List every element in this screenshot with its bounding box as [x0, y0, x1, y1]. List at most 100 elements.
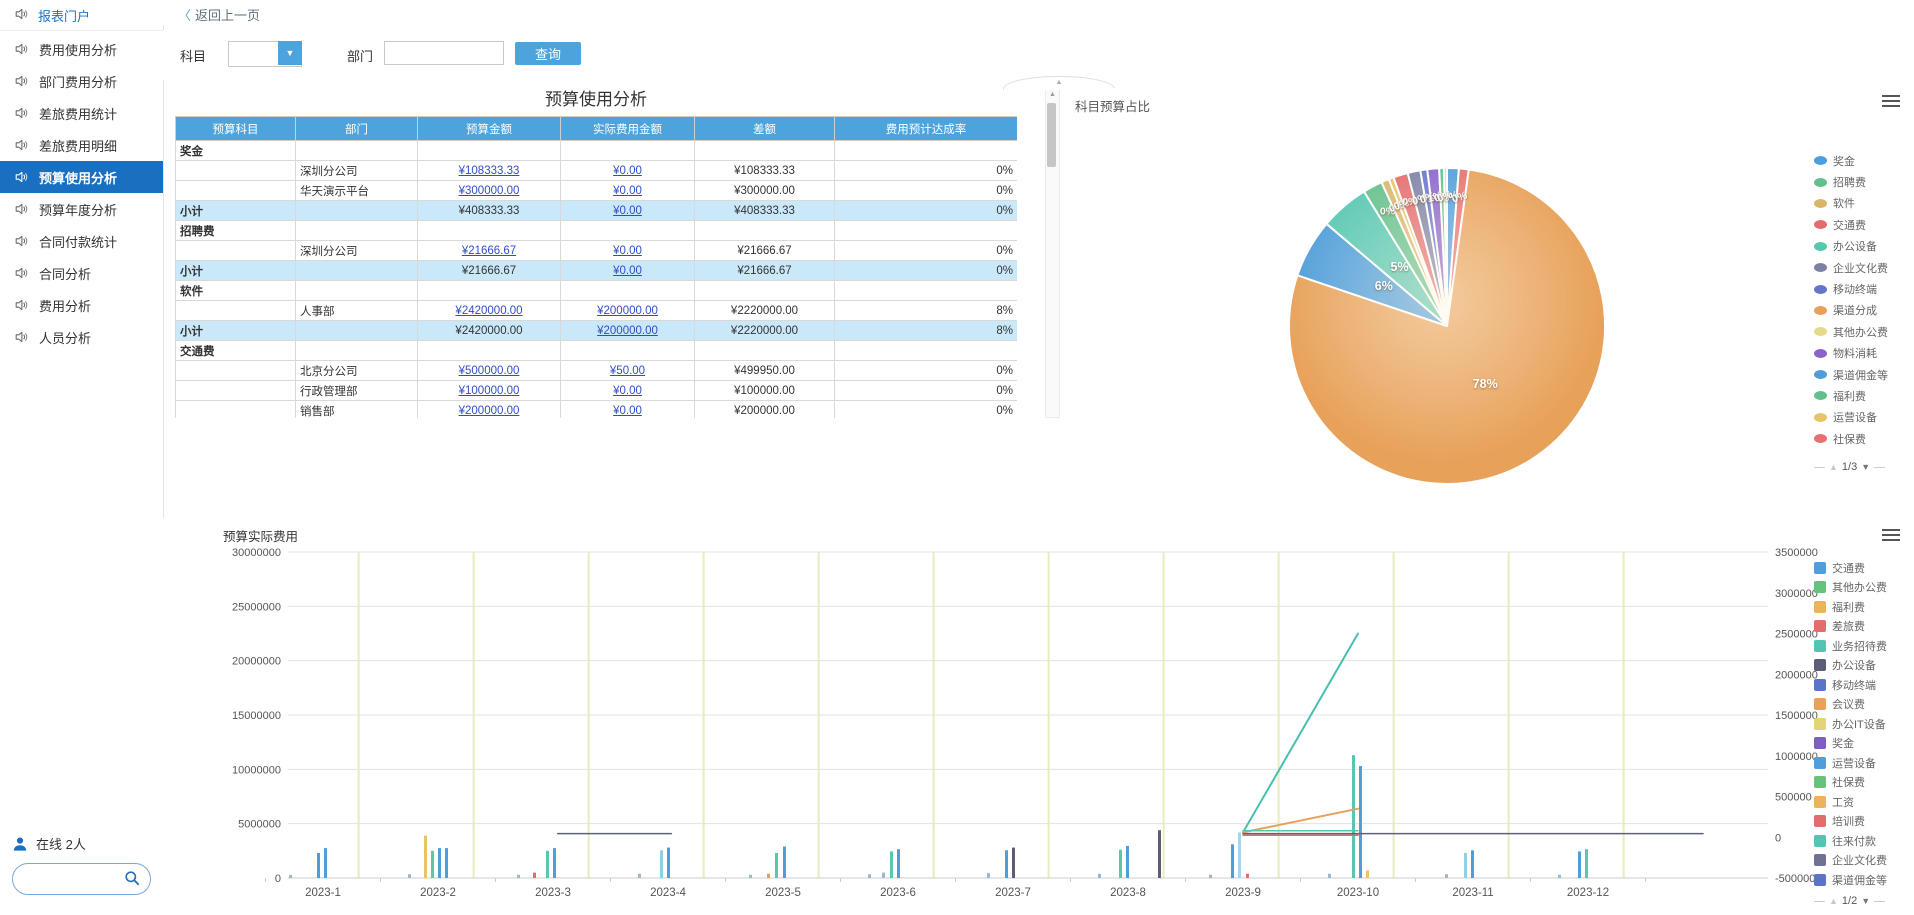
legend-item[interactable]: 会议费 — [1814, 695, 1906, 715]
budget-amount-link[interactable]: ¥21666.67 — [418, 241, 561, 261]
bar[interactable] — [660, 850, 663, 878]
sidebar-item-6[interactable]: 合同付款统计 — [0, 225, 163, 257]
bar[interactable] — [638, 874, 641, 878]
sidebar-item-3[interactable]: 差旅费用明细 — [0, 129, 163, 161]
bar[interactable] — [987, 873, 990, 878]
bar[interactable] — [1352, 755, 1355, 878]
legend-item[interactable]: 渠道佣金等 — [1814, 364, 1906, 385]
legend-item[interactable]: 其他办公费 — [1814, 321, 1906, 342]
legend-item[interactable]: 渠道分成 — [1814, 300, 1906, 321]
actual-amount-link[interactable]: ¥0.00 — [561, 241, 695, 261]
budget-amount-link[interactable]: ¥200000.00 — [418, 401, 561, 419]
actual-amount-link[interactable]: ¥0.00 — [561, 181, 695, 201]
bar[interactable] — [1445, 874, 1448, 878]
bar[interactable] — [1231, 844, 1234, 878]
bar[interactable] — [424, 836, 427, 878]
search-icon[interactable] — [124, 870, 140, 891]
bar[interactable] — [749, 875, 752, 878]
legend-item[interactable]: 奖金 — [1814, 150, 1906, 171]
budget-amount-link[interactable]: ¥300000.00 — [418, 181, 561, 201]
bar[interactable] — [1098, 874, 1101, 878]
menu-icon[interactable] — [1882, 92, 1900, 110]
combo-chart[interactable]: 0500000010000000150000002000000025000000… — [223, 540, 1823, 908]
actual-amount-link[interactable]: ¥0.00 — [561, 161, 695, 181]
bar[interactable] — [1012, 848, 1015, 878]
legend-item[interactable]: 社保费 — [1814, 428, 1906, 449]
legend-item[interactable]: 移动终端 — [1814, 675, 1906, 695]
sidebar-item-9[interactable]: 人员分析 — [0, 321, 163, 353]
query-button[interactable]: 查询 — [515, 42, 581, 65]
bar[interactable] — [897, 849, 900, 878]
legend-item[interactable]: 社保费 — [1814, 773, 1906, 793]
sidebar-item-7[interactable]: 合同分析 — [0, 257, 163, 289]
pie-chart[interactable]: 奖金 0%社保费 0%渠道分成 78%渠道佣金等 6%办公设备 5%招聘费 0%… — [1282, 161, 1612, 491]
scrollbar-thumb[interactable] — [1047, 103, 1056, 167]
subtotal-actual-link[interactable]: ¥0.00 — [561, 261, 695, 281]
bar[interactable] — [1246, 874, 1249, 878]
legend-item[interactable]: 往来付款 — [1814, 831, 1906, 851]
legend-item[interactable]: 交通费 — [1814, 214, 1906, 235]
actual-amount-link[interactable]: ¥50.00 — [561, 361, 695, 381]
legend-next-icon[interactable]: ▼ — [1861, 462, 1870, 472]
legend-item[interactable]: 交通费 — [1814, 558, 1906, 578]
bar[interactable] — [445, 848, 448, 878]
bar[interactable] — [890, 851, 893, 878]
bar[interactable] — [317, 853, 320, 878]
sidebar-item-2[interactable]: 差旅费用统计 — [0, 97, 163, 129]
sidebar-item-1[interactable]: 部门费用分析 — [0, 65, 163, 97]
bar[interactable] — [1238, 832, 1241, 878]
line-series[interactable]: 会议费 — [1243, 809, 1358, 833]
bar[interactable] — [783, 847, 786, 879]
sidebar-item-8[interactable]: 费用分析 — [0, 289, 163, 321]
actual-amount-link[interactable]: ¥0.00 — [561, 401, 695, 419]
bar[interactable] — [868, 874, 871, 878]
legend-item[interactable]: 业务招待费 — [1814, 636, 1906, 656]
legend-prev-icon[interactable]: ▲ — [1829, 462, 1838, 472]
legend-item[interactable]: 企业文化费 — [1814, 257, 1906, 278]
scroll-up-icon[interactable]: ▲ — [1046, 91, 1059, 98]
sidebar-item-0[interactable]: 费用使用分析 — [0, 33, 163, 65]
bar[interactable] — [667, 848, 670, 878]
bar[interactable] — [1209, 875, 1212, 878]
legend-item[interactable]: 其他办公费 — [1814, 578, 1906, 598]
actual-amount-link[interactable]: ¥0.00 — [561, 381, 695, 401]
bar[interactable] — [1328, 874, 1331, 878]
subtotal-actual-link[interactable]: ¥0.00 — [561, 201, 695, 221]
back-button[interactable]: 〈返回上一页 — [178, 5, 260, 24]
legend-item[interactable]: 软件 — [1814, 193, 1906, 214]
department-input[interactable] — [384, 41, 504, 65]
bar[interactable] — [324, 848, 327, 878]
legend-item[interactable]: 企业文化费 — [1814, 851, 1906, 871]
legend-prev-icon[interactable]: ▲ — [1829, 896, 1838, 906]
legend-item[interactable]: 培训费 — [1814, 812, 1906, 832]
legend-item[interactable]: 招聘费 — [1814, 171, 1906, 192]
legend-item[interactable]: 办公IT设备 — [1814, 714, 1906, 734]
legend-item[interactable]: 差旅费 — [1814, 617, 1906, 637]
bar[interactable] — [533, 873, 536, 878]
actual-amount-link[interactable]: ¥200000.00 — [561, 301, 695, 321]
bar[interactable] — [1366, 870, 1369, 878]
bar[interactable] — [882, 873, 885, 878]
bar[interactable] — [431, 851, 434, 878]
menu-icon[interactable] — [1882, 526, 1900, 544]
bar[interactable] — [1119, 850, 1122, 878]
bar[interactable] — [1359, 766, 1362, 878]
bar[interactable] — [517, 875, 520, 878]
bar[interactable] — [553, 848, 556, 878]
legend-next-icon[interactable]: ▼ — [1861, 896, 1870, 906]
subtotal-actual-link[interactable]: ¥200000.00 — [561, 321, 695, 341]
legend-item[interactable]: 物料消耗 — [1814, 343, 1906, 364]
bar[interactable] — [1471, 850, 1474, 878]
bar[interactable] — [289, 875, 292, 878]
subject-select[interactable]: ▼ — [228, 41, 302, 67]
bar[interactable] — [1005, 850, 1008, 878]
budget-amount-link[interactable]: ¥108333.33 — [418, 161, 561, 181]
bar[interactable] — [1158, 830, 1161, 878]
chevron-down-icon[interactable]: ▼ — [278, 41, 302, 65]
bar[interactable] — [438, 848, 441, 878]
bar[interactable] — [1585, 849, 1588, 878]
bar[interactable] — [408, 874, 411, 878]
legend-item[interactable]: 办公设备 — [1814, 236, 1906, 257]
bar[interactable] — [1558, 875, 1561, 878]
legend-item[interactable]: 奖金 — [1814, 734, 1906, 754]
